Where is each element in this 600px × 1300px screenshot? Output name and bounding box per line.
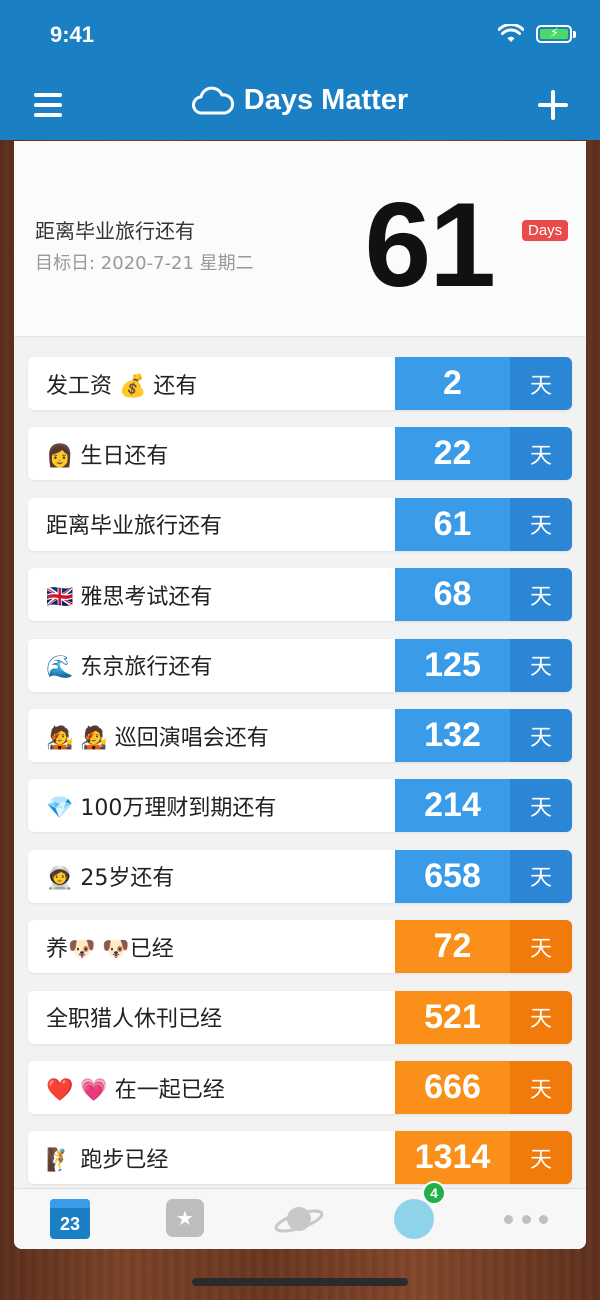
event-day-count: 72 <box>395 920 510 974</box>
event-label: 🌊 东京旅行还有 <box>28 638 395 692</box>
event-label: 🧗 跑步已经 <box>28 1131 395 1185</box>
event-row[interactable]: 🧗 跑步已经 1314 天 <box>28 1131 572 1185</box>
featured-day-count: 61 <box>364 178 496 312</box>
event-unit: 天 <box>510 990 572 1044</box>
days-badge: Days <box>522 220 569 241</box>
event-row[interactable]: 🇬🇧 雅思考试还有 68 天 <box>28 568 572 622</box>
event-unit: 天 <box>510 779 572 833</box>
star-list-icon: ★ <box>176 1206 194 1230</box>
app-header: 9:41 ⚡ Days Matter <box>0 0 600 140</box>
event-row[interactable]: 💎 100万理财到期还有 214 天 <box>28 779 572 833</box>
event-row[interactable]: 养🐶 🐶已经 72 天 <box>28 920 572 974</box>
event-row[interactable]: 🌊 东京旅行还有 125 天 <box>28 638 572 692</box>
app-title: Days Matter <box>243 84 409 116</box>
event-label: 👩 生日还有 <box>28 427 395 481</box>
featured-event[interactable]: 距离毕业旅行还有 目标日: 2020-7-21 星期二 61 Days <box>14 141 586 337</box>
featured-title: 距离毕业旅行还有 <box>35 219 195 243</box>
event-label: 全职猎人休刊已经 <box>28 990 395 1044</box>
event-day-count: 666 <box>395 1061 510 1114</box>
tab-profile-avatar[interactable] <box>394 1199 434 1239</box>
event-row[interactable]: 全职猎人休刊已经 521 天 <box>28 990 572 1044</box>
cloud-icon <box>191 86 234 114</box>
title-wrap: Days Matter <box>0 84 600 117</box>
status-icons: ⚡ <box>498 24 576 44</box>
event-row[interactable]: 👩 生日还有 22 天 <box>28 427 572 481</box>
event-label: 距离毕业旅行还有 <box>28 497 395 551</box>
event-row[interactable]: 发工资 💰 还有 2 天 <box>28 357 572 410</box>
event-row[interactable]: ❤️ 💗 在一起已经 666 天 <box>28 1061 572 1114</box>
event-day-count: 68 <box>395 568 510 622</box>
event-label: 发工资 💰 还有 <box>28 357 395 410</box>
battery-icon: ⚡ <box>536 25 576 43</box>
event-label: 💎 100万理财到期还有 <box>28 779 395 833</box>
event-unit: 天 <box>510 497 572 551</box>
tab-calendar[interactable]: 23 <box>50 1199 90 1239</box>
event-day-count: 1314 <box>395 1131 510 1185</box>
tab-favorites[interactable]: ★ <box>166 1199 204 1237</box>
notification-badge: 4 <box>422 1181 446 1205</box>
event-unit: 天 <box>510 709 572 762</box>
event-row[interactable]: 🧑‍🎤 🧑‍🎤 巡回演唱会还有 132 天 <box>28 709 572 762</box>
featured-target-date: 目标日: 2020-7-21 星期二 <box>35 253 254 274</box>
event-unit: 天 <box>510 1131 572 1185</box>
calendar-day: 23 <box>59 1214 81 1234</box>
event-day-count: 22 <box>395 427 510 481</box>
tab-more[interactable] <box>504 1199 548 1239</box>
event-label: ❤️ 💗 在一起已经 <box>28 1061 395 1114</box>
tab-bar: 23 ★ 4 <box>14 1181 586 1249</box>
home-indicator <box>192 1278 408 1286</box>
event-label: 🧑‍🚀 25岁还有 <box>28 849 395 903</box>
event-label: 🇬🇧 雅思考试还有 <box>28 568 395 622</box>
event-label: 养🐶 🐶已经 <box>28 920 395 974</box>
event-unit: 天 <box>510 427 572 481</box>
event-day-count: 61 <box>395 497 510 551</box>
status-time: 9:41 <box>50 22 95 47</box>
event-day-count: 658 <box>395 849 510 903</box>
event-unit: 天 <box>510 920 572 974</box>
wifi-icon <box>498 24 524 42</box>
event-unit: 天 <box>510 849 572 903</box>
event-label: 🧑‍🎤 🧑‍🎤 巡回演唱会还有 <box>28 709 395 762</box>
event-day-count: 132 <box>395 709 510 762</box>
event-row[interactable]: 距离毕业旅行还有 61 天 <box>28 497 572 551</box>
event-unit: 天 <box>510 568 572 622</box>
event-unit: 天 <box>510 357 572 410</box>
event-row[interactable]: 🧑‍🚀 25岁还有 658 天 <box>28 849 572 903</box>
event-day-count: 214 <box>395 779 510 833</box>
event-day-count: 2 <box>395 357 510 410</box>
tab-explore[interactable] <box>274 1199 324 1239</box>
event-day-count: 125 <box>395 638 510 692</box>
add-event-button[interactable] <box>538 90 568 120</box>
event-unit: 天 <box>510 638 572 692</box>
event-day-count: 521 <box>395 990 510 1044</box>
event-unit: 天 <box>510 1061 572 1114</box>
